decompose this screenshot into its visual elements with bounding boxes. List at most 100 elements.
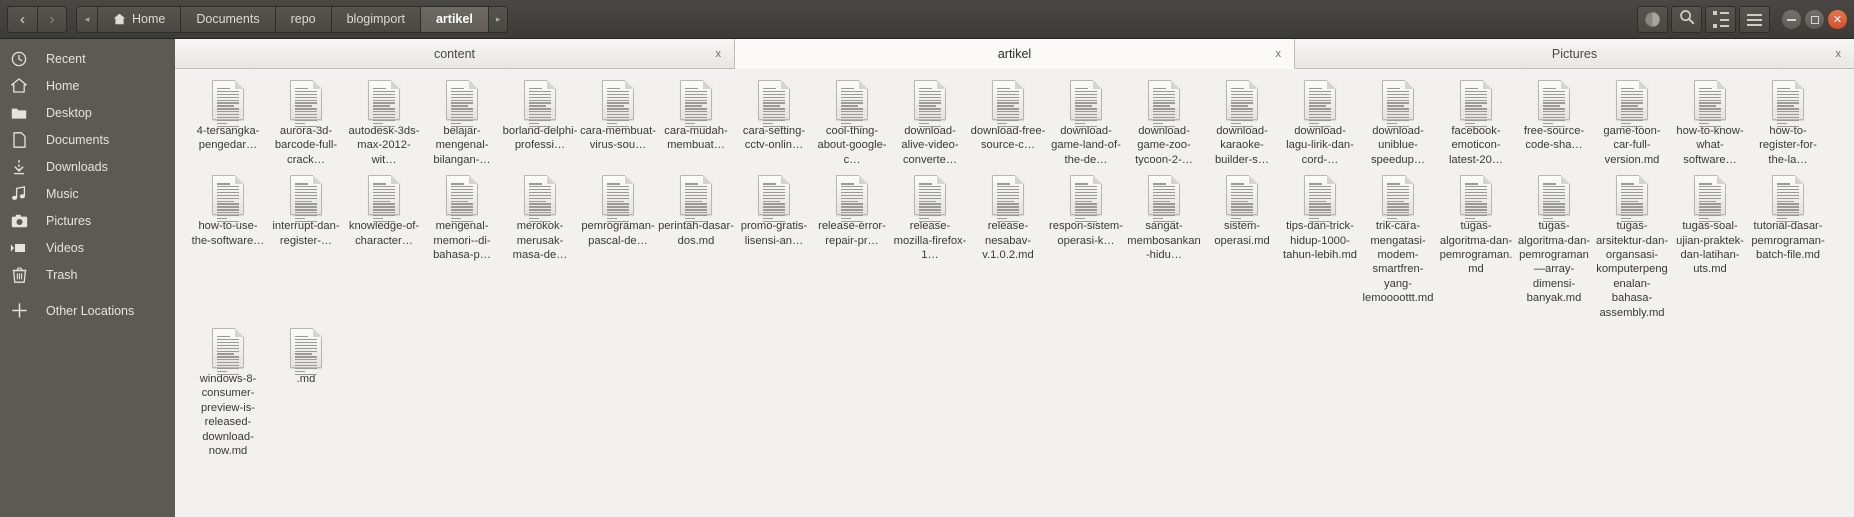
minimize-button[interactable] (1782, 10, 1801, 29)
document-file-icon (446, 80, 478, 127)
file-label: free-source-code-sha… (1523, 125, 1585, 152)
tab-close-icon[interactable]: x (1276, 48, 1282, 60)
document-file-icon (914, 80, 946, 127)
file-item[interactable]: release-nesabav-v.1.0.2.md (969, 175, 1047, 320)
document-file-icon (446, 175, 478, 223)
breadcrumb-item-blogimport[interactable]: blogimport (331, 5, 421, 33)
file-item[interactable]: pemrograman-pascal-de… (579, 175, 657, 320)
sidebar-item-music[interactable]: Music (0, 180, 175, 207)
file-item[interactable]: perintah-dasar-dos.md (657, 175, 735, 320)
breadcrumb-item-artikel[interactable]: artikel (420, 5, 489, 33)
file-item[interactable]: cara-membuat-virus-sou… (579, 80, 657, 167)
sidebar-item-other-locations[interactable]: Other Locations (0, 297, 175, 324)
document-file-icon (1070, 80, 1102, 127)
main-menu-button[interactable] (1739, 6, 1770, 33)
sidebar: Recent Home Desktop Documents Downloads (0, 39, 175, 517)
file-item[interactable]: download-lagu-lirik-dan-cord-… (1281, 80, 1359, 167)
file-item[interactable]: facebook-emoticon-latest-20… (1437, 80, 1515, 167)
file-item[interactable]: cool-thing-about-google-c… (813, 80, 891, 167)
file-item[interactable]: cara-mudah-membuat… (657, 80, 735, 167)
sidebar-item-home[interactable]: Home (0, 72, 175, 99)
breadcrumb-collapse-button[interactable]: ◂ (76, 5, 98, 33)
sidebar-item-downloads[interactable]: Downloads (0, 153, 175, 180)
file-item[interactable]: cara-setting-cctv-onlin… (735, 80, 813, 167)
file-item[interactable]: download-karaoke-builder-s… (1203, 80, 1281, 167)
file-item[interactable]: how-to-know-what-software… (1671, 80, 1749, 167)
search-button[interactable] (1671, 6, 1702, 33)
file-item[interactable]: how-to-use-the-software… (189, 175, 267, 320)
file-item[interactable]: .md (267, 328, 345, 458)
search-icon (1679, 9, 1695, 30)
file-item[interactable]: download-alive-video-converte… (891, 80, 969, 167)
file-item[interactable]: game-toon-car-full-version.md (1593, 80, 1671, 167)
document-file-icon (1304, 80, 1336, 127)
file-item[interactable]: download-game-land-of-the-de… (1047, 80, 1125, 167)
file-item[interactable]: 4-tersangka-pengedar… (189, 80, 267, 167)
file-item[interactable]: release-mozilla-firefox-1… (891, 175, 969, 320)
view-options-button[interactable] (1705, 6, 1736, 33)
sidebar-item-documents[interactable]: Documents (0, 126, 175, 153)
file-item[interactable]: release-error-repair-pr… (813, 175, 891, 320)
sidebar-item-pictures[interactable]: Pictures (0, 207, 175, 234)
file-item[interactable]: mengenal-memori--di-bahasa-p… (423, 175, 501, 320)
file-item[interactable]: interrupt-dan-register-… (267, 175, 345, 320)
file-label: download-game-zoo-tycoon-2-… (1135, 125, 1193, 166)
breadcrumb-item-documents[interactable]: Documents (181, 5, 276, 33)
window-controls: ✕ (1782, 10, 1847, 29)
maximize-button[interactable] (1805, 10, 1824, 29)
trash-icon (9, 267, 29, 283)
file-item[interactable]: tugas-soal-ujian-praktek-dan-latihan-uts… (1671, 175, 1749, 320)
progress-button[interactable] (1637, 6, 1668, 33)
file-item[interactable]: belajar-mengenal-bilangan-… (423, 80, 501, 167)
file-item[interactable]: windows-8-consumer-preview-is-released-d… (189, 328, 267, 458)
document-file-icon (290, 175, 322, 223)
breadcrumb: ◂ Home Documents repo blogimport artikel… (76, 5, 509, 33)
sidebar-item-label: Other Locations (46, 303, 135, 318)
sidebar-item-desktop[interactable]: Desktop (0, 99, 175, 126)
file-item[interactable]: download-free-source-c… (969, 80, 1047, 167)
tab-label: content (433, 46, 475, 61)
tab-pictures[interactable]: Pictures x (1295, 39, 1854, 69)
file-label: perintah-dasar-dos.md (658, 220, 734, 247)
breadcrumb-item-repo[interactable]: repo (275, 5, 332, 33)
file-item[interactable]: knowledge-of-character… (345, 175, 423, 320)
tab-close-icon[interactable]: x (716, 48, 722, 60)
file-item[interactable]: download-uniblue-speedup… (1359, 80, 1437, 167)
file-item[interactable]: sangat-membosankan-hidu… (1125, 175, 1203, 320)
file-item[interactable]: respon-sistem-operasi-k… (1047, 175, 1125, 320)
file-item[interactable]: tugas-algoritma-dan-pemrograman.md (1437, 175, 1515, 320)
file-label: pemrograman-pascal-de… (581, 220, 655, 247)
file-item[interactable]: tugas-algoritma-dan-pemrograman—array-di… (1515, 175, 1593, 320)
tab-content[interactable]: content x (175, 39, 735, 69)
plus-icon (9, 303, 29, 318)
breadcrumb-expand-button[interactable]: ▸ (488, 5, 509, 33)
close-button[interactable]: ✕ (1828, 10, 1847, 29)
file-item[interactable]: how-to-register-for-the-la… (1749, 80, 1827, 167)
file-label: cool-thing-about-google-c… (817, 125, 887, 166)
file-item[interactable]: trik-cara-mengatasi-modem-smartfren-yang… (1359, 175, 1437, 320)
file-item[interactable]: free-source-code-sha… (1515, 80, 1593, 167)
sidebar-item-videos[interactable]: Videos (0, 234, 175, 261)
file-item[interactable]: tutorial-dasar-pemrograman-batch-file.md (1749, 175, 1827, 320)
file-item[interactable]: sistem-operasi.md (1203, 175, 1281, 320)
document-icon (9, 131, 29, 148)
tab-artikel[interactable]: artikel x (735, 39, 1295, 69)
file-item[interactable]: tugas-arsitektur-dan-organsasi-komputerp… (1593, 175, 1671, 320)
file-item[interactable]: aurora-3d-barcode-full-crack… (267, 80, 345, 167)
file-item[interactable]: borland-delphi-professi… (501, 80, 579, 167)
back-button[interactable]: ‹ (7, 5, 37, 33)
forward-button[interactable]: › (37, 5, 67, 33)
breadcrumb-item-home[interactable]: Home (98, 5, 182, 33)
file-item[interactable]: merokok-merusak-masa-de… (501, 175, 579, 320)
sidebar-item-trash[interactable]: Trash (0, 261, 175, 288)
sidebar-item-recent[interactable]: Recent (0, 45, 175, 72)
file-item[interactable]: download-game-zoo-tycoon-2-… (1125, 80, 1203, 167)
document-file-icon (1226, 80, 1258, 127)
menu-icon (1747, 13, 1762, 26)
file-label: knowledge-of-character… (348, 220, 420, 247)
file-item[interactable]: autodesk-3ds-max-2012-wit… (345, 80, 423, 167)
file-item[interactable]: tips-dan-trick-hidup-1000-tahun-lebih.md (1281, 175, 1359, 320)
tab-close-icon[interactable]: x (1836, 48, 1842, 60)
file-label: mengenal-memori--di-bahasa-p… (433, 220, 491, 262)
file-item[interactable]: promo-gratis-lisensi-an… (735, 175, 813, 320)
